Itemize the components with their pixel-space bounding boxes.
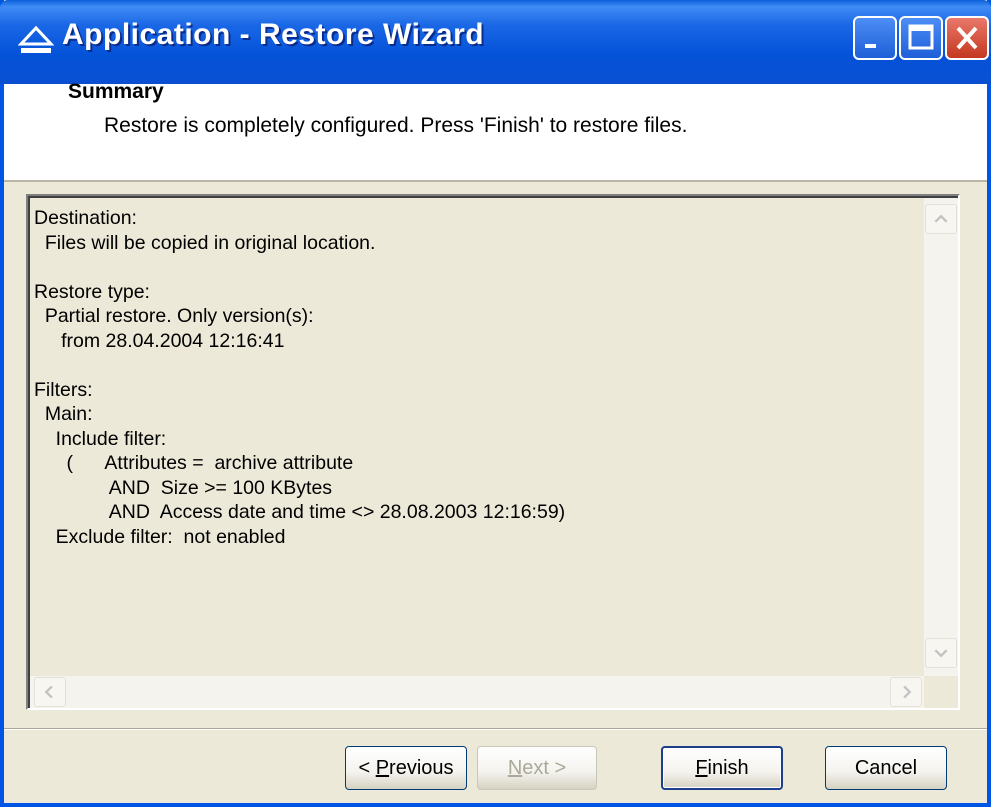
- summary-textbox[interactable]: Destination: Files will be copied in ori…: [26, 194, 960, 710]
- minimize-icon: [865, 44, 876, 48]
- scrollbar-corner: [924, 676, 958, 708]
- page-subtitle: Restore is completely configured. Press …: [104, 114, 688, 137]
- summary-line: [34, 353, 565, 378]
- summary-line: Filters:: [34, 378, 93, 401]
- summary-line: Partial restore. Only version(s):: [34, 305, 314, 327]
- previous-button-prefix: <: [358, 757, 376, 779]
- scroll-right-button[interactable]: [890, 677, 922, 707]
- minimize-button[interactable]: [853, 16, 897, 60]
- summary-line: Exclude filter: not enabled: [34, 525, 286, 548]
- summary-line: AND Access date and time <> 28.08.2003 1…: [34, 501, 566, 523]
- eject-icon: [18, 25, 54, 53]
- previous-button[interactable]: < Previous: [345, 746, 467, 790]
- close-button[interactable]: [945, 16, 989, 60]
- window-title: Application - Restore Wizard: [62, 18, 485, 51]
- summary-line: Restore type:: [34, 280, 150, 303]
- page-title: Summary: [68, 80, 164, 103]
- title-bar[interactable]: Application - Restore Wizard: [0, 0, 991, 84]
- chevron-right-icon: [903, 685, 912, 699]
- summary-text: Destination: Files will be copied in ori…: [34, 206, 565, 549]
- footer-divider: [4, 728, 987, 730]
- summary-line: ( Attributes = archive attribute: [34, 452, 354, 474]
- previous-button-label: revious: [389, 757, 454, 779]
- vertical-scrollbar[interactable]: [924, 198, 958, 676]
- summary-line: Include filter:: [34, 427, 167, 450]
- maximize-icon: [908, 24, 934, 50]
- chevron-left-icon: [44, 685, 53, 699]
- scroll-up-button[interactable]: [925, 204, 957, 234]
- summary-line: Destination:: [34, 207, 137, 229]
- cancel-button-label: Cancel: [854, 757, 918, 779]
- next-button[interactable]: Next >: [477, 746, 597, 790]
- summary-line: [34, 255, 565, 280]
- finish-button-label: inish: [707, 757, 749, 779]
- close-icon: [956, 26, 978, 50]
- summary-textbox-frame: Destination: Files will be copied in ori…: [28, 196, 958, 708]
- finish-button[interactable]: Finish: [661, 746, 783, 790]
- finish-button-mnemonic: F: [695, 757, 708, 779]
- chevron-up-icon: [934, 214, 948, 223]
- horizontal-scrollbar[interactable]: [30, 676, 924, 708]
- summary-line: AND Size >= 100 KBytes: [34, 476, 333, 499]
- scroll-left-button[interactable]: [34, 677, 66, 707]
- previous-button-mnemonic: P: [375, 757, 390, 779]
- cancel-button[interactable]: Cancel: [825, 746, 947, 790]
- next-button-label: ext >: [522, 757, 567, 779]
- maximize-button[interactable]: [899, 16, 943, 60]
- summary-line: Main:: [34, 403, 93, 425]
- chevron-down-icon: [934, 649, 948, 658]
- summary-line: Files will be copied in original locatio…: [34, 231, 376, 254]
- next-button-mnemonic: N: [507, 757, 523, 779]
- summary-line: from 28.04.2004 12:16:41: [34, 329, 285, 352]
- scroll-down-button[interactable]: [925, 638, 957, 668]
- restore-wizard-window: Application - Restore Wizard Summary Res…: [0, 0, 991, 807]
